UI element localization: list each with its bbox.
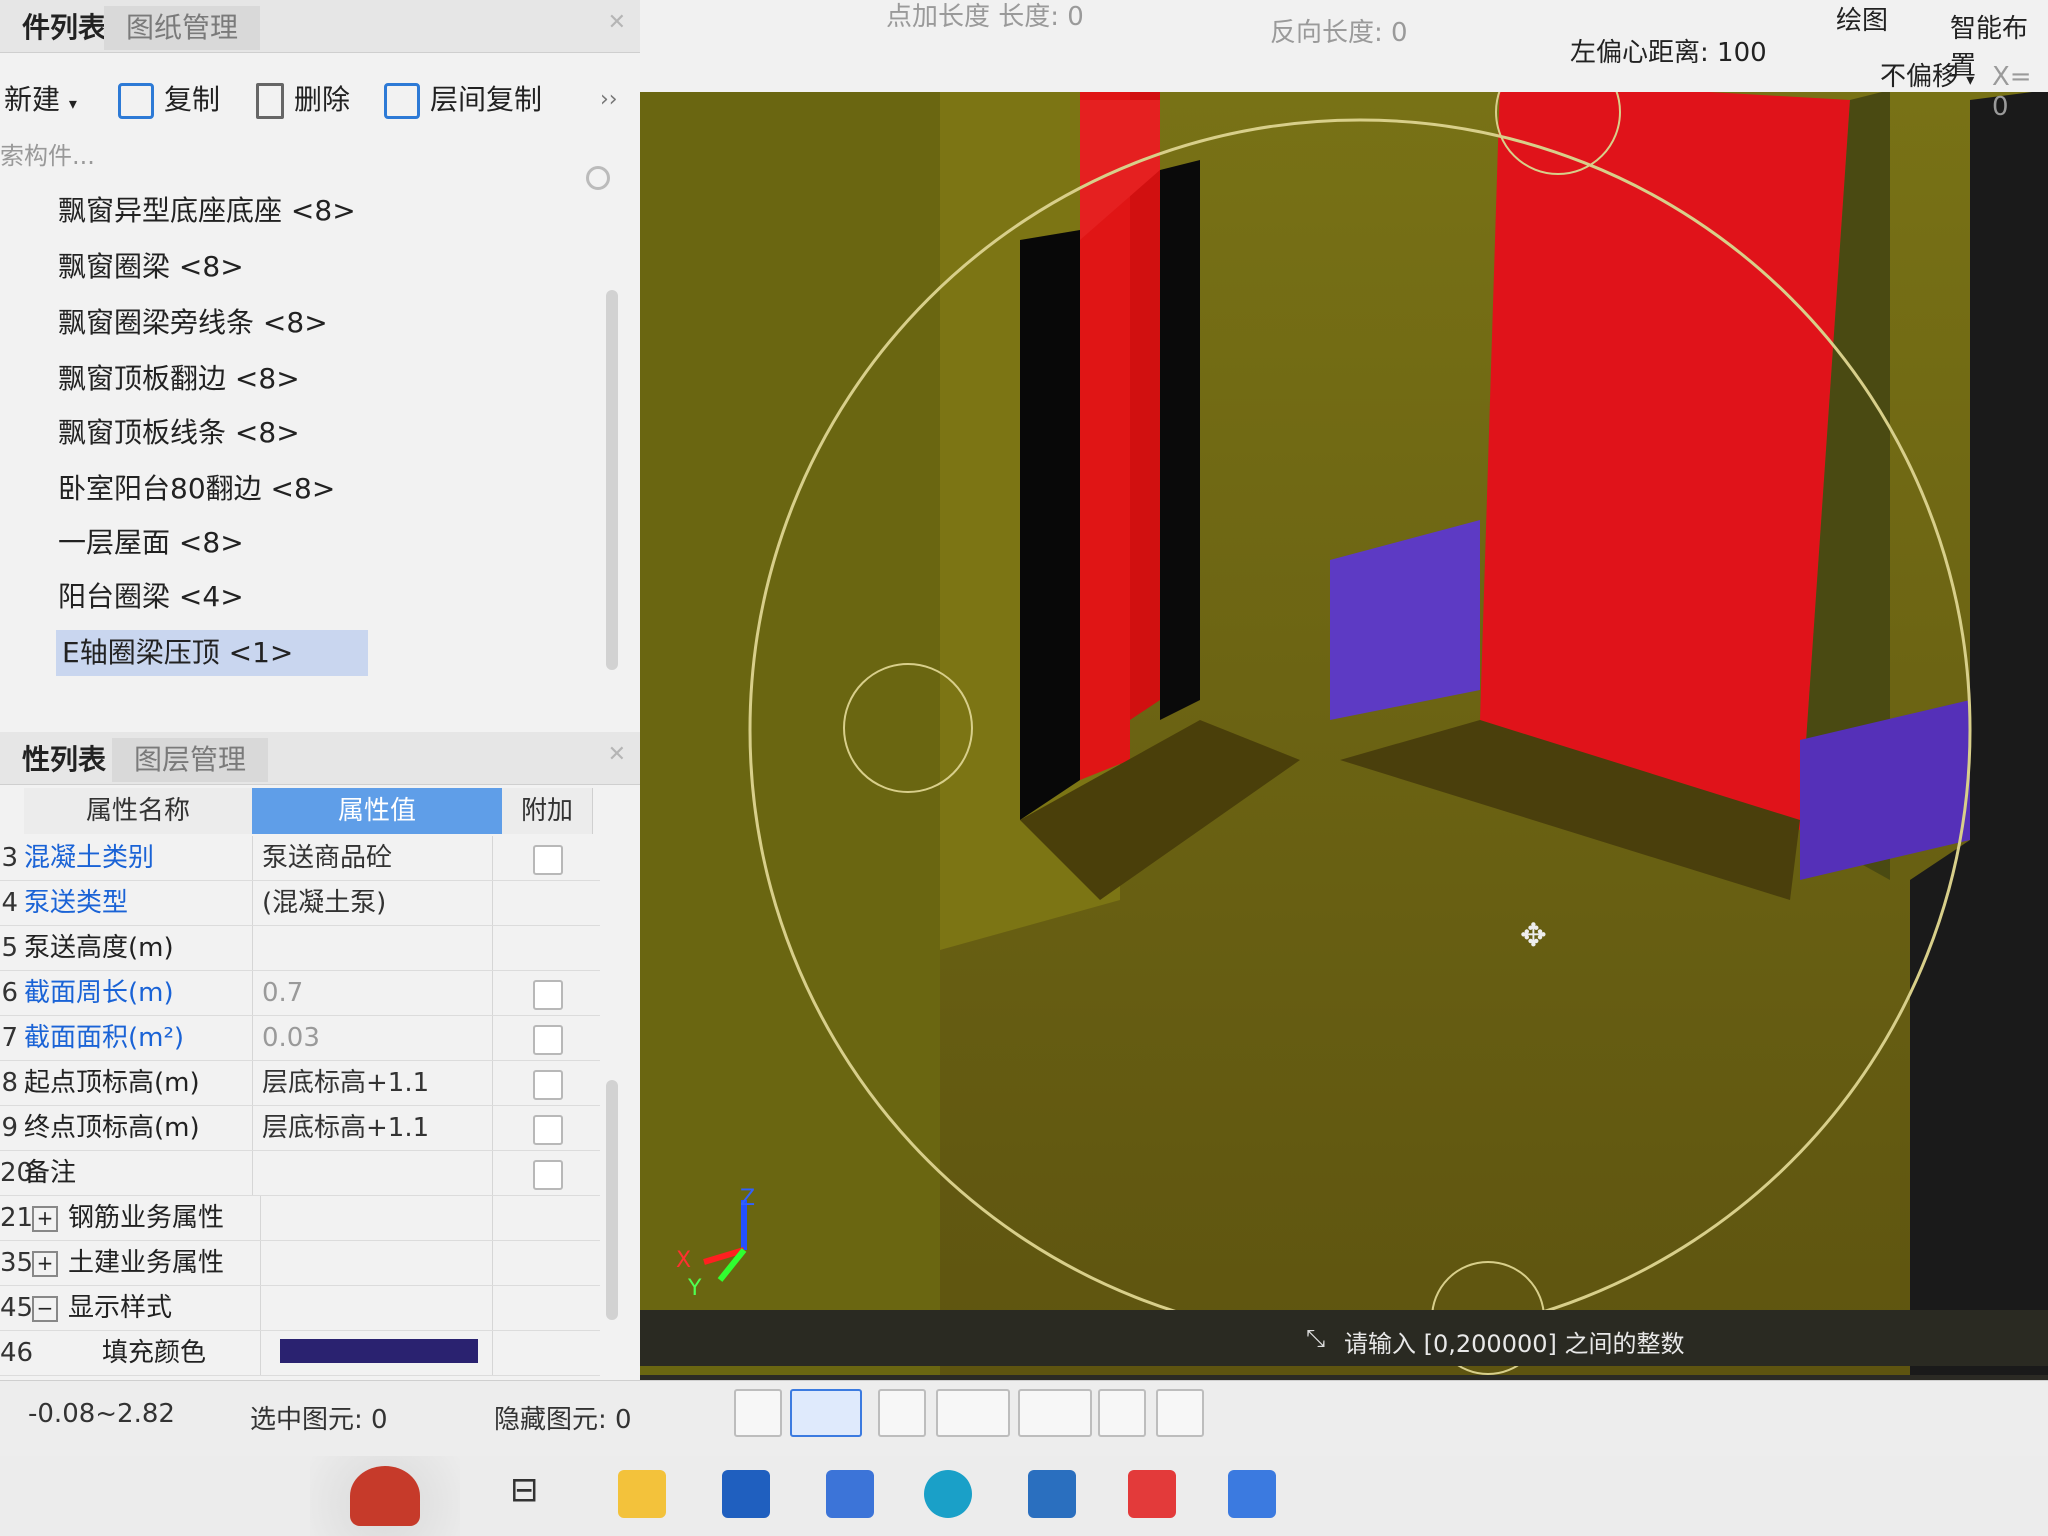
list-item[interactable]: 飘窗圈梁 <8> <box>52 244 250 290</box>
list-scrollbar[interactable] <box>606 290 618 670</box>
search-input[interactable]: 索构件... <box>0 136 95 171</box>
checkbox[interactable] <box>533 1070 563 1100</box>
intersection-snap-icon[interactable] <box>878 1389 926 1437</box>
t-app-icon[interactable] <box>1228 1470 1276 1518</box>
x-axis-label: X <box>676 1248 692 1273</box>
reverse-length-field[interactable]: 反向长度: 0 <box>1270 12 1408 49</box>
angle-snap-icon[interactable] <box>936 1389 1010 1437</box>
copy-icon <box>118 83 154 119</box>
new-button[interactable]: 新建 ▾ <box>4 70 77 130</box>
red-wall <box>1480 80 1850 830</box>
grid-scrollbar[interactable] <box>606 1080 618 1320</box>
scene-graphic: ✥ <box>640 0 2048 1375</box>
offset-snap-icon[interactable] <box>1018 1389 1092 1437</box>
table-row[interactable]: 45 − 显示样式 <box>0 1286 600 1331</box>
elevation-range: -0.08~2.82 <box>28 1399 175 1429</box>
object-snap-icon[interactable] <box>790 1389 862 1437</box>
orthogonal-snap-icon[interactable] <box>734 1389 782 1437</box>
file-explorer-icon[interactable] <box>618 1470 666 1518</box>
checkbox[interactable] <box>533 980 563 1010</box>
x-coordinate-field[interactable]: X= 0 <box>1992 62 2048 122</box>
table-row[interactable]: 21 + 钢筋业务属性 <box>0 1196 600 1241</box>
dropdown-arrow-icon: ▾ <box>68 94 77 113</box>
list-item[interactable]: 一层屋面 <8> <box>52 520 250 566</box>
checkbox[interactable] <box>533 1025 563 1055</box>
list-item[interactable]: 阳台圈梁 <4> <box>52 574 250 620</box>
hidden-count: 隐藏图元: 0 <box>494 1405 632 1435</box>
copy-layers-icon <box>384 83 420 119</box>
search-icon[interactable] <box>586 166 610 190</box>
expand-icon[interactable]: + <box>32 1250 58 1277</box>
copy-button[interactable]: 复制 <box>118 70 220 130</box>
table-row[interactable]: 7 截面面积(m²) 0.03 <box>0 1016 600 1061</box>
add-length-field[interactable]: 点加长度 长度: 0 <box>886 0 1084 33</box>
list-item[interactable]: 飘窗顶板翻边 <8> <box>52 356 306 402</box>
close-icon[interactable]: ✕ <box>608 742 626 767</box>
selected-count: 选中图元: 0 <box>250 1405 388 1435</box>
delete-button[interactable]: 删除 <box>256 70 350 130</box>
list-item[interactable]: 卧室阳台80翻边 <8> <box>52 466 341 512</box>
table-row[interactable]: 35 + 土建业务属性 <box>0 1241 600 1286</box>
task-view-icon[interactable]: ⊟ <box>510 1470 558 1518</box>
cursor-icon: ✥ <box>1520 916 1547 954</box>
shrink-arrows-icon: ⤡ <box>1306 1324 1326 1352</box>
component-tabs: 件列表 图纸管理 ✕ <box>0 0 640 53</box>
collapse-icon[interactable]: − <box>32 1295 58 1322</box>
table-row[interactable]: 4 泵送类型 (混凝土泵) <box>0 881 600 926</box>
dropdown-arrow-icon: ▾ <box>1966 70 1975 89</box>
floor-copy-button[interactable]: 层间复制 <box>384 70 542 130</box>
z-axis-label: Z <box>740 1186 756 1211</box>
trash-icon <box>256 83 284 119</box>
checkbox[interactable] <box>533 845 563 875</box>
header-extra: 附加 <box>502 788 593 834</box>
fill-color-swatch[interactable] <box>280 1339 478 1363</box>
y-axis-label: Y <box>688 1276 702 1301</box>
table-row[interactable]: 6 截面周长(m) 0.7 <box>0 971 600 1016</box>
table-row[interactable]: 3 混凝土类别 泵送商品砼 <box>0 836 600 881</box>
property-tabs: 性列表 图层管理 ✕ <box>0 732 640 785</box>
tab-drawing-management[interactable]: 图纸管理 <box>104 6 261 50</box>
table-row[interactable]: 9 终点顶标高(m) 层底标高+1.1 <box>0 1106 600 1151</box>
list-item-selected[interactable]: E轴圈梁压顶 <1> <box>56 630 368 676</box>
list-item[interactable]: 飘窗顶板线条 <8> <box>52 410 306 456</box>
component-search[interactable]: 索构件... <box>0 132 620 190</box>
dynamic-input-icon[interactable] <box>1098 1389 1146 1437</box>
offset-mode-select[interactable]: 不偏移 ▾ <box>1880 56 1974 93</box>
list-item[interactable]: 飘窗异型底座底座 <8> <box>52 188 362 234</box>
header-property-name: 属性名称 <box>24 788 253 834</box>
edge-icon[interactable] <box>924 1470 972 1518</box>
wps-icon[interactable] <box>1128 1470 1176 1518</box>
mascot-image <box>310 1456 460 1536</box>
expand-icon[interactable]: + <box>32 1205 58 1232</box>
store-icon[interactable] <box>722 1470 770 1518</box>
draw-tab[interactable]: 绘图 <box>1836 0 1888 37</box>
table-row[interactable]: 20 备注 <box>0 1151 600 1196</box>
taskbar: ⊟ <box>0 1456 2048 1536</box>
more-button[interactable]: ›› <box>600 70 618 130</box>
table-row[interactable]: 46 填充颜色 <box>0 1331 600 1376</box>
close-icon[interactable]: ✕ <box>608 10 626 35</box>
list-item[interactable]: 飘窗圈梁旁线条 <8> <box>52 300 334 346</box>
baidu-icon[interactable] <box>826 1470 874 1518</box>
checkbox[interactable] <box>533 1115 563 1145</box>
polar-tracking-icon[interactable] <box>1156 1389 1204 1437</box>
3d-viewport[interactable]: ✥ X Y Z <box>640 0 2048 1375</box>
component-toolbar: 新建 ▾ 复制 删除 层间复制 ›› <box>0 70 640 134</box>
prompt-text: 请输入 [0,200000] 之间的整数 <box>1344 1330 1685 1358</box>
cad-icon[interactable] <box>1028 1470 1076 1518</box>
command-prompt: ⤡ 请输入 [0,200000] 之间的整数 <box>640 1310 2048 1366</box>
checkbox[interactable] <box>533 1160 563 1190</box>
status-bar: -0.08~2.82 选中图元: 0 隐藏图元: 0 <box>0 1380 2048 1457</box>
table-row[interactable]: 8 起点顶标高(m) 层底标高+1.1 <box>0 1061 600 1106</box>
left-offset-field[interactable]: 左偏心距离: 100 <box>1570 32 1767 69</box>
tab-property-list[interactable]: 性列表 <box>0 738 128 782</box>
tab-layer-management[interactable]: 图层管理 <box>112 738 269 782</box>
left-panel: 件列表 图纸管理 ✕ 新建 ▾ 复制 删除 层间复制 ›› 索构件... 飘窗异… <box>0 0 640 1380</box>
table-row[interactable]: 5 泵送高度(m) <box>0 926 600 971</box>
drawing-options-bar: 点加长度 长度: 0 反向长度: 0 左偏心距离: 100 绘图 智能布置 不偏… <box>640 0 2048 122</box>
header-property-value: 属性值 <box>252 788 503 834</box>
